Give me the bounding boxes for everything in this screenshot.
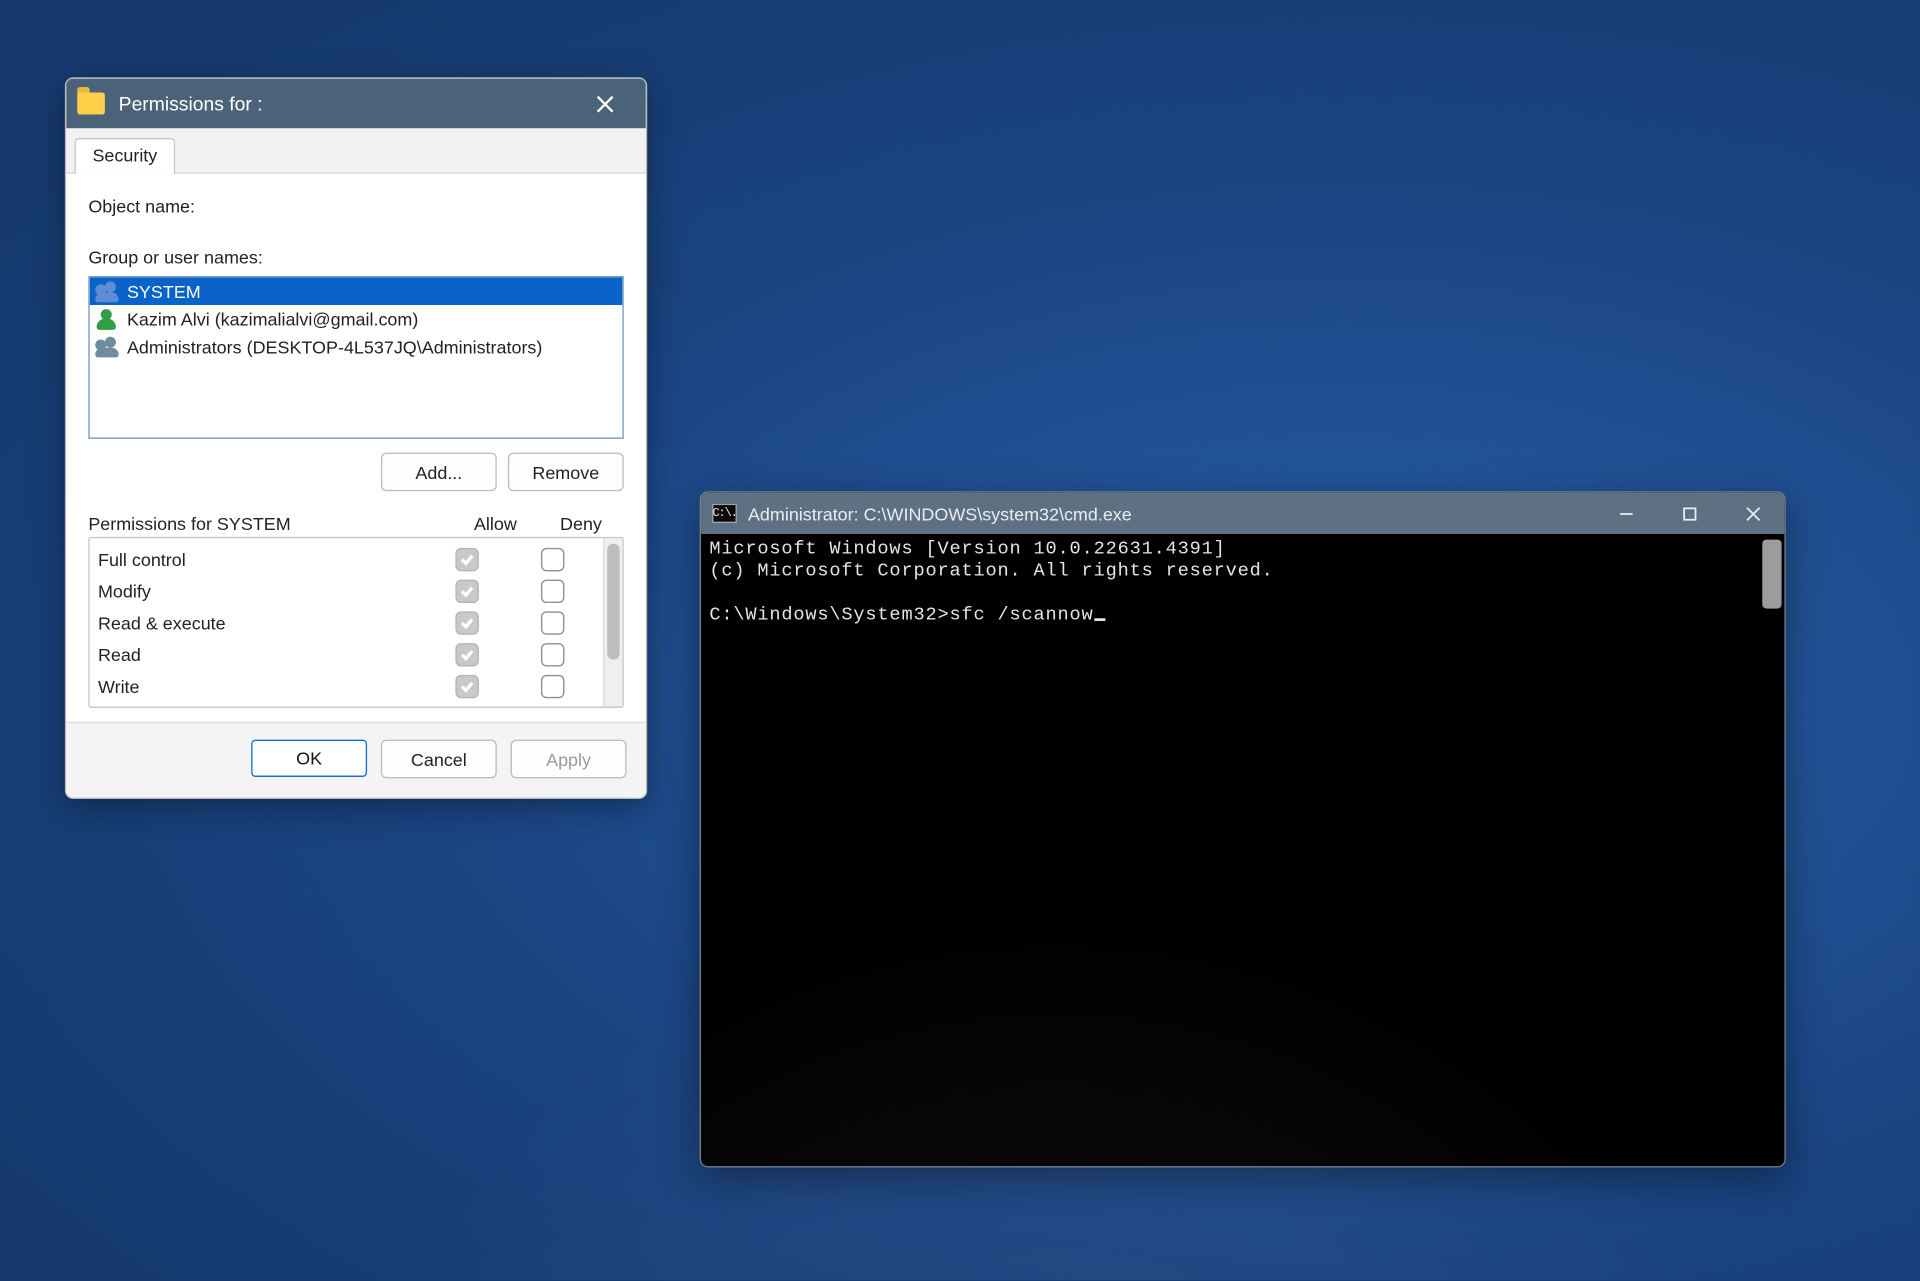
users-group-icon <box>95 336 118 357</box>
permission-row: Full control <box>98 544 595 576</box>
object-name-label: Object name: <box>88 196 623 217</box>
user-row[interactable]: SYSTEM <box>90 277 623 305</box>
user-name: Kazim Alvi (kazimalialvi@gmail.com) <box>127 308 418 329</box>
cmd-body[interactable]: Microsoft Windows [Version 10.0.22631.43… <box>701 534 1784 1166</box>
close-icon <box>1745 506 1760 521</box>
deny-header: Deny <box>538 513 624 534</box>
minimize-button[interactable] <box>1594 493 1657 534</box>
checkbox-unchecked[interactable] <box>540 643 563 666</box>
checkbox-unchecked[interactable] <box>540 580 563 603</box>
permission-row: Read <box>98 639 595 671</box>
folder-icon <box>77 92 105 114</box>
tab-strip: Security <box>66 128 646 174</box>
cmd-icon: C:\. <box>712 504 737 523</box>
permissions-scrollbar[interactable] <box>603 538 622 706</box>
permission-name: Read <box>98 644 424 665</box>
user-row[interactable]: Kazim Alvi (kazimalialvi@gmail.com) <box>90 305 623 333</box>
permission-row: Write <box>98 671 595 703</box>
permission-row: Modify <box>98 575 595 607</box>
cancel-button[interactable]: Cancel <box>381 740 497 779</box>
checkbox-checked[interactable] <box>455 580 478 603</box>
cmd-close-button[interactable] <box>1721 493 1784 534</box>
permission-name: Write <box>98 676 424 697</box>
user-name: SYSTEM <box>127 281 201 302</box>
add-button[interactable]: Add... <box>381 453 497 492</box>
user-list[interactable]: SYSTEM Kazim Alvi (kazimalialvi@gmail.com… <box>88 276 623 439</box>
permissions-for-label: Permissions for SYSTEM <box>88 513 452 534</box>
checkbox-checked[interactable] <box>455 611 478 634</box>
permissions-dialog: Permissions for : Security Object name: … <box>65 77 647 799</box>
checkbox-unchecked[interactable] <box>540 611 563 634</box>
tab-security[interactable]: Security <box>75 138 176 174</box>
checkbox-unchecked[interactable] <box>540 675 563 698</box>
close-icon <box>595 95 613 113</box>
apply-button[interactable]: Apply <box>511 740 627 779</box>
user-name: Administrators (DESKTOP-4L537JQ\Administ… <box>127 336 542 357</box>
close-button[interactable] <box>574 84 635 123</box>
cmd-output: Microsoft Windows [Version 10.0.22631.43… <box>701 534 1784 633</box>
minimize-icon <box>1618 506 1633 521</box>
checkbox-checked[interactable] <box>455 548 478 571</box>
remove-button[interactable]: Remove <box>508 453 624 492</box>
allow-header: Allow <box>453 513 539 534</box>
group-user-label: Group or user names: <box>88 247 623 268</box>
checkbox-unchecked[interactable] <box>540 548 563 571</box>
permissions-titlebar[interactable]: Permissions for : <box>66 79 646 129</box>
cmd-window: C:\. Administrator: C:\WINDOWS\system32\… <box>700 491 1786 1167</box>
permission-row: Read & execute <box>98 607 595 639</box>
user-row[interactable]: Administrators (DESKTOP-4L537JQ\Administ… <box>90 333 623 361</box>
permissions-title: Permissions for : <box>119 92 574 114</box>
permission-name: Read & execute <box>98 613 424 634</box>
checkbox-checked[interactable] <box>455 675 478 698</box>
cmd-titlebar[interactable]: C:\. Administrator: C:\WINDOWS\system32\… <box>701 493 1784 534</box>
user-icon <box>95 308 118 329</box>
maximize-icon <box>1682 506 1697 521</box>
cmd-title: Administrator: C:\WINDOWS\system32\cmd.e… <box>748 503 1594 524</box>
permissions-table: Full control Modify Read & execute Read Writ… <box>88 537 623 708</box>
permission-name: Full control <box>98 549 424 570</box>
maximize-button[interactable] <box>1657 493 1720 534</box>
cmd-scrollbar[interactable] <box>1762 540 1781 609</box>
users-group-icon <box>95 281 118 302</box>
ok-button[interactable]: OK <box>251 740 367 777</box>
permission-name: Modify <box>98 581 424 602</box>
checkbox-checked[interactable] <box>455 643 478 666</box>
